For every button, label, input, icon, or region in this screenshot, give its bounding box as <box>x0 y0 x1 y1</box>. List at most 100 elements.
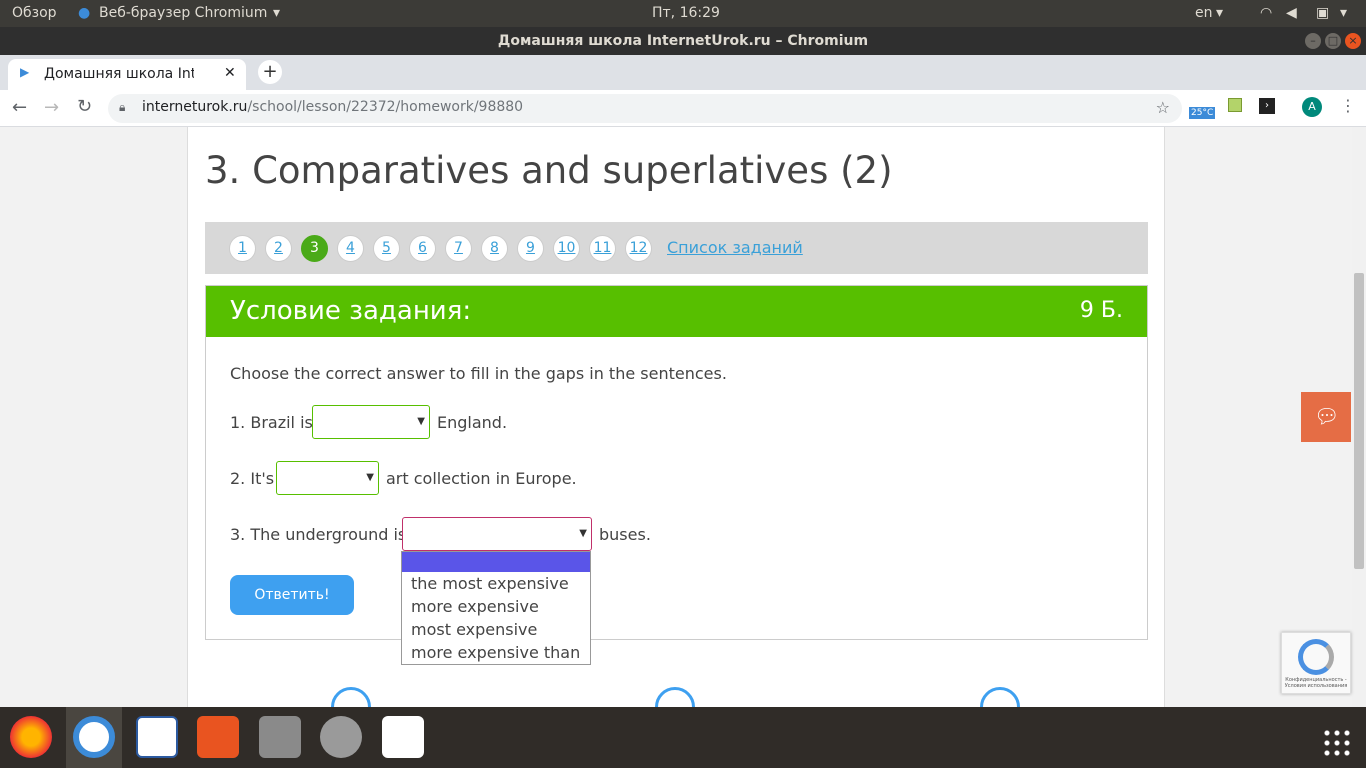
prev-arrow-icon[interactable] <box>331 687 371 707</box>
activities-button[interactable]: Обзор <box>12 5 57 21</box>
language-indicator[interactable]: en <box>1195 5 1213 21</box>
system-top-bar: Обзор ● Веб-браузер Chromium ▾ Пт, 16:29… <box>0 0 1366 27</box>
page-link-12[interactable]: 12 <box>625 235 652 262</box>
page-viewport: 3. Comparatives and superlatives (2) 1 2… <box>0 127 1352 707</box>
up-arrow-icon[interactable] <box>655 687 695 707</box>
q1-text-before: 1. Brazil is <box>230 413 313 432</box>
task-pager: 1 2 3 4 5 6 7 8 9 10 11 12 Список задани… <box>205 222 1148 274</box>
recaptcha-badge[interactable]: Конфиденциальность - Условия использован… <box>1281 632 1351 694</box>
new-tab-button[interactable]: + <box>258 60 282 84</box>
page-scrollbar[interactable] <box>1352 127 1366 707</box>
submit-button[interactable]: Ответить! <box>230 575 354 615</box>
page-link-7[interactable]: 7 <box>445 235 472 262</box>
address-bar[interactable]: 🔒︎ interneturok.ru/school/lesson/22372/h… <box>108 94 1182 123</box>
url-path: /school/lesson/22372/homework/98880 <box>247 99 524 115</box>
chromium-icon <box>73 716 115 758</box>
q3-select[interactable]: ▼ <box>402 517 592 551</box>
minimize-button[interactable]: – <box>1305 33 1321 49</box>
task-header-title: Условие задания: <box>230 296 472 326</box>
dropdown-option[interactable]: the most expensive <box>402 572 590 595</box>
recaptcha-icon <box>1298 639 1334 675</box>
chat-button[interactable]: 💬︎ <box>1301 392 1351 442</box>
chevron-down-icon: ▾ <box>1340 5 1348 21</box>
chevron-down-icon: ▼ <box>417 416 425 427</box>
menu-dots-icon[interactable]: ⋮ <box>1340 96 1356 115</box>
q3-text-after: buses. <box>599 525 651 544</box>
maximize-button[interactable]: □ <box>1325 33 1341 49</box>
settings-icon[interactable]: ▣ <box>1316 5 1329 21</box>
q2-text-after: art collection in Europe. <box>386 469 577 488</box>
lock-icon: 🔒︎ <box>119 100 126 114</box>
chevron-down-icon: ▼ <box>579 528 587 539</box>
task-header: Условие задания: 9 Б. <box>206 286 1147 337</box>
next-arrow-icon[interactable] <box>980 687 1020 707</box>
url-domain: interneturok.ru <box>142 99 248 115</box>
task-instruction: Choose the correct answer to fill in the… <box>230 364 727 383</box>
close-tab-icon[interactable]: ✕ <box>224 65 236 81</box>
page-link-9[interactable]: 9 <box>517 235 544 262</box>
dropdown-option[interactable]: most expensive <box>402 618 590 641</box>
q3-dropdown-list: the most expensive more expensive most e… <box>401 551 591 665</box>
page-link-3[interactable]: 3 <box>301 235 328 262</box>
system-tools-icon[interactable] <box>320 716 362 758</box>
page-link-4[interactable]: 4 <box>337 235 364 262</box>
dropdown-option-empty[interactable] <box>402 552 590 572</box>
volume-icon[interactable]: ◀ <box>1286 5 1297 21</box>
q2-text-before: 2. It's <box>230 469 275 488</box>
page-link-10[interactable]: 10 <box>553 235 580 262</box>
page-link-2[interactable]: 2 <box>265 235 292 262</box>
lesson-page: 3. Comparatives and superlatives (2) 1 2… <box>187 127 1165 707</box>
q3-text-before: 3. The underground is <box>230 525 407 544</box>
chevron-down-icon: ▾ <box>273 5 281 21</box>
page-link-11[interactable]: 11 <box>589 235 616 262</box>
firefox-icon[interactable] <box>10 716 52 758</box>
chevron-down-icon: ▼ <box>366 472 374 483</box>
question-1: 1. Brazil is ▼ England. <box>230 405 630 439</box>
profile-avatar[interactable]: A <box>1302 97 1322 117</box>
chat-icon: 💬︎ <box>1314 404 1340 428</box>
window-title: Домашняя школа InternetUrok.ru – Chromiu… <box>0 27 1366 55</box>
dropdown-option[interactable]: more expensive <box>402 595 590 618</box>
back-arrow-icon[interactable]: ← <box>12 97 27 118</box>
tab-title: Домашняя школа Interne <box>44 66 194 82</box>
chromium-dock-slot[interactable] <box>66 707 122 768</box>
page-link-5[interactable]: 5 <box>373 235 400 262</box>
chevron-down-icon: ▾ <box>1216 5 1224 21</box>
files-icon[interactable] <box>259 716 301 758</box>
chromium-icon: ● <box>78 5 91 21</box>
browser-tab[interactable]: ▶ Домашняя школа Interne ✕ <box>8 59 246 90</box>
character-map-icon[interactable] <box>382 716 424 758</box>
favicon-icon: ▶ <box>20 65 30 79</box>
dropdown-option[interactable]: more expensive than <box>402 641 590 664</box>
weather-badge[interactable]: 25°C <box>1189 107 1216 119</box>
page-link-1[interactable]: 1 <box>229 235 256 262</box>
q1-text-after: England. <box>437 413 508 432</box>
extension-icon-dark[interactable]: › <box>1259 98 1275 114</box>
forward-arrow-icon[interactable]: → <box>44 97 59 118</box>
question-3: 3. The underground is ▼ buses. <box>230 517 730 551</box>
show-apps-grid-icon[interactable] <box>1322 728 1350 756</box>
document-viewer-icon[interactable] <box>136 716 178 758</box>
extension-icon[interactable] <box>1228 98 1242 112</box>
reload-icon[interactable]: ↻ <box>77 96 92 117</box>
tab-strip: ▶ Домашняя школа Interne ✕ + <box>0 55 1366 90</box>
system-dock <box>0 707 1366 768</box>
scrollbar-thumb[interactable] <box>1354 273 1364 569</box>
question-2: 2. It's ▼ art collection in Europe. <box>230 461 730 495</box>
browser-toolbar: ← → ↻ 🔒︎ interneturok.ru/school/lesson/2… <box>0 90 1366 127</box>
task-score: 9 Б. <box>1079 298 1123 323</box>
recaptcha-text: Конфиденциальность - Условия использован… <box>1284 677 1348 689</box>
q1-select[interactable]: ▼ <box>312 405 430 439</box>
task-list-link[interactable]: Список заданий <box>667 238 803 257</box>
clock[interactable]: Пт, 16:29 <box>652 5 720 21</box>
q2-select[interactable]: ▼ <box>276 461 379 495</box>
wifi-icon[interactable]: ◠ <box>1260 5 1272 21</box>
star-icon[interactable]: ☆ <box>1156 98 1170 117</box>
close-window-button[interactable]: × <box>1345 33 1361 49</box>
page-title: 3. Comparatives and superlatives (2) <box>205 149 893 192</box>
task-panel: Условие задания: 9 Б. Choose the correct… <box>205 285 1148 640</box>
app-menu[interactable]: Веб-браузер Chromium <box>99 5 267 21</box>
page-link-8[interactable]: 8 <box>481 235 508 262</box>
software-store-icon[interactable] <box>197 716 239 758</box>
page-link-6[interactable]: 6 <box>409 235 436 262</box>
